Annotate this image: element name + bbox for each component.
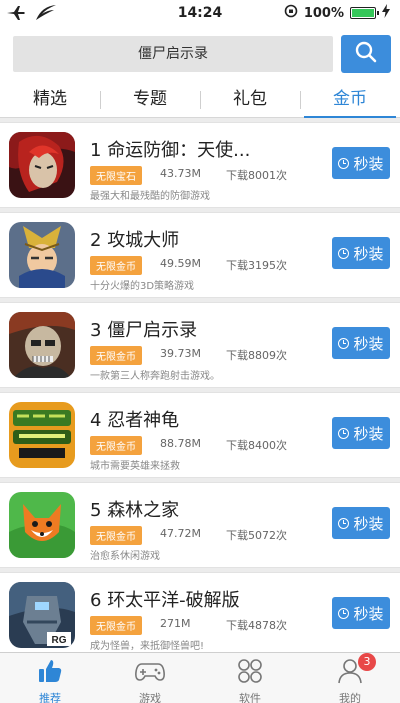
app-description: 十分火爆的3D策略游戏 xyxy=(90,281,195,292)
download-count: 下载8400次 xyxy=(226,439,287,452)
icon-rg-label: RG xyxy=(52,635,67,646)
app-title: 6 环太平洋-破解版 xyxy=(90,590,240,611)
clock-icon xyxy=(338,517,350,529)
install-button[interactable]: 秒装 xyxy=(332,417,390,449)
nav-recommend[interactable]: 推荐 xyxy=(0,653,100,703)
install-button[interactable]: 秒装 xyxy=(332,237,390,269)
list-item[interactable]: 4 忍者神龟 无限金币 88.78M 下载8400次 城市需要英雄来拯救 秒装 xyxy=(0,392,400,478)
status-bar: 14:24 100% xyxy=(0,0,400,26)
clock-icon xyxy=(338,337,350,349)
battery-icon xyxy=(350,7,379,19)
app-icon: RG xyxy=(9,582,75,648)
app-description: 最强大和最残酷的防御游戏 xyxy=(90,191,210,202)
list-item[interactable]: RG 6 环太平洋-破解版 无限金币 271M 下载4878次 成为怪兽，来抵御… xyxy=(0,572,400,652)
feature-badge: 无限金币 xyxy=(90,256,142,275)
clock-icon xyxy=(338,427,350,439)
nav-label: 软件 xyxy=(239,692,261,703)
list-item[interactable]: 1 命运防御：天使... 无限宝石 43.73M 下载8001次 最强大和最残酷… xyxy=(0,122,400,208)
download-count: 下载8001次 xyxy=(226,169,287,182)
list-item[interactable]: 5 森林之家 无限金币 47.72M 下载5072次 治愈系休闲游戏 秒装 xyxy=(0,482,400,568)
app-description: 成为怪兽，来抵御怪兽吧! xyxy=(90,641,205,652)
app-icon xyxy=(9,492,75,558)
app-icon xyxy=(9,402,75,468)
feature-badge: 无限金币 xyxy=(90,526,142,545)
install-button[interactable]: 秒装 xyxy=(332,147,390,179)
search-icon xyxy=(355,41,377,67)
search-button[interactable] xyxy=(341,35,391,73)
app-size: 271M xyxy=(160,617,191,630)
app-size: 88.78M xyxy=(160,437,201,450)
tab-coins[interactable]: 金币 xyxy=(300,82,400,118)
nav-games[interactable]: 游戏 xyxy=(100,653,200,703)
app-icon xyxy=(9,222,75,288)
install-button[interactable]: 秒装 xyxy=(332,507,390,539)
nav-mine[interactable]: 3 我的 xyxy=(300,653,400,703)
search-input[interactable]: 僵尸启示录 xyxy=(13,36,333,72)
clock-icon xyxy=(338,247,350,259)
app-size: 49.59M xyxy=(160,257,201,270)
notification-badge: 3 xyxy=(358,653,376,671)
feature-badge: 无限金币 xyxy=(90,616,142,635)
clock-icon xyxy=(338,157,350,169)
download-count: 下载8809次 xyxy=(226,349,287,362)
app-icon xyxy=(9,312,75,378)
clock-icon xyxy=(338,607,350,619)
tab-topics[interactable]: 专题 xyxy=(100,82,200,117)
tab-gifts[interactable]: 礼包 xyxy=(200,82,300,117)
feature-badge: 无限金币 xyxy=(90,346,142,365)
bottom-nav: 推荐 游戏 软件 3 我的 xyxy=(0,652,400,703)
app-title: 3 僵尸启示录 xyxy=(90,320,198,341)
feature-badge: 无限金币 xyxy=(90,436,142,455)
app-title: 5 森林之家 xyxy=(90,500,180,521)
app-title: 2 攻城大师 xyxy=(90,230,180,251)
install-button[interactable]: 秒装 xyxy=(332,597,390,629)
app-size: 39.73M xyxy=(160,347,201,360)
nav-label: 推荐 xyxy=(39,692,61,703)
nav-label: 我的 xyxy=(339,692,361,703)
nav-software[interactable]: 软件 xyxy=(200,653,300,703)
charging-icon xyxy=(382,4,390,22)
list-item[interactable]: 2 攻城大师 无限金币 49.59M 下载3195次 十分火爆的3D策略游戏 秒… xyxy=(0,212,400,298)
app-size: 47.72M xyxy=(160,527,201,540)
category-tabs: 精选 专题 礼包 金币 xyxy=(0,82,400,118)
feature-badge: 无限宝石 xyxy=(90,166,142,185)
download-count: 下载5072次 xyxy=(226,529,287,542)
tab-featured[interactable]: 精选 xyxy=(0,82,100,117)
install-button[interactable]: 秒装 xyxy=(332,327,390,359)
app-title: 4 忍者神龟 xyxy=(90,410,180,431)
list-item[interactable]: 3 僵尸启示录 无限金币 39.73M 下载8809次 一款第三人称奔跑射击游戏… xyxy=(0,302,400,388)
apps-grid-icon xyxy=(237,658,263,688)
download-count: 下载4878次 xyxy=(226,619,287,632)
app-size: 43.73M xyxy=(160,167,201,180)
app-description: 治愈系休闲游戏 xyxy=(90,551,160,562)
search-bar: 僵尸启示录 xyxy=(0,26,400,82)
thumbs-up-icon xyxy=(37,658,63,688)
app-description: 一款第三人称奔跑射击游戏。 xyxy=(90,371,220,382)
download-count: 下载3195次 xyxy=(226,259,287,272)
rotation-lock-icon xyxy=(284,4,298,22)
battery-percent: 100% xyxy=(303,5,344,21)
app-title: 1 命运防御：天使... xyxy=(90,140,251,161)
app-list: 1 命运防御：天使... 无限宝石 43.73M 下载8001次 最强大和最残酷… xyxy=(0,122,400,652)
nav-label: 游戏 xyxy=(139,692,161,703)
gamepad-icon xyxy=(135,658,165,688)
app-description: 城市需要英雄来拯救 xyxy=(90,461,180,472)
app-icon xyxy=(9,132,75,198)
